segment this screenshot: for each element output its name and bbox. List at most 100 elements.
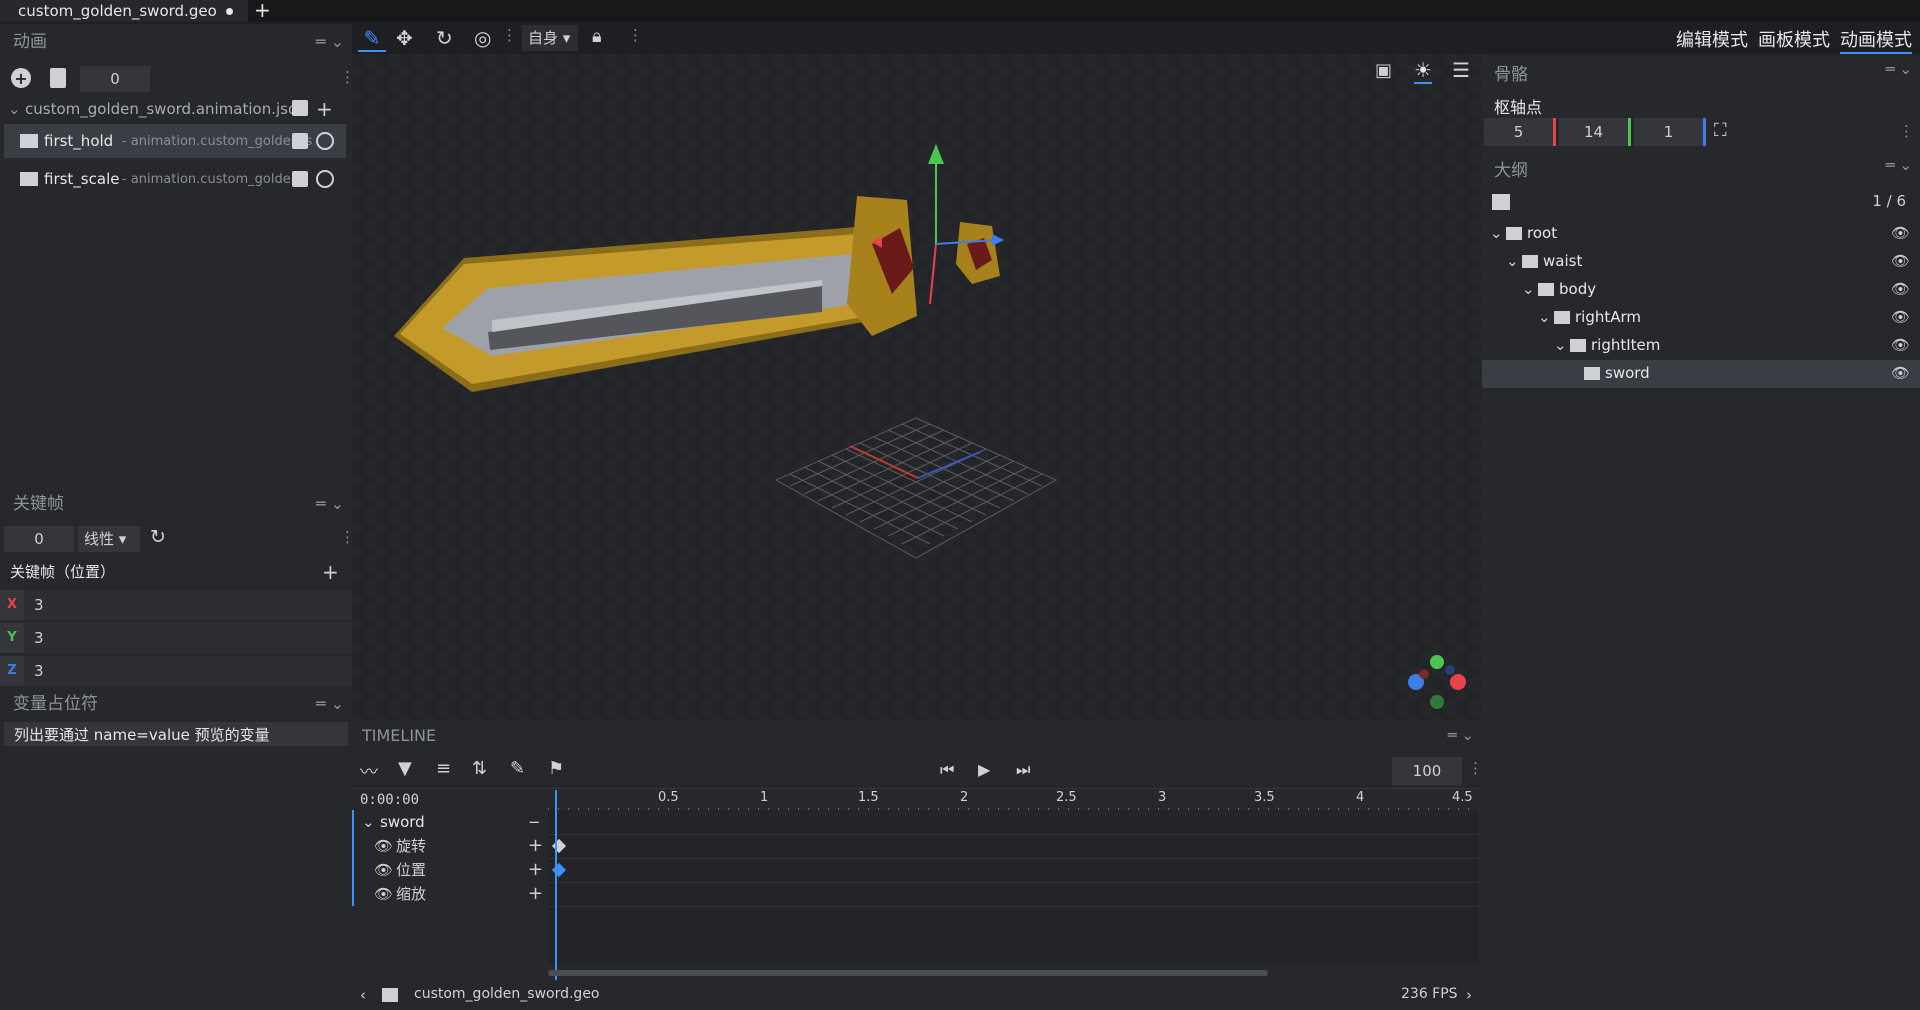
play-icon[interactable]: ▶ bbox=[978, 760, 990, 779]
timeline-ruler[interactable]: 0.5 1 1.5 2 2.5 3 3.5 4 4.5 bbox=[548, 788, 1478, 810]
load-file-icon[interactable] bbox=[50, 68, 66, 88]
collapse-icon[interactable]: − bbox=[528, 810, 541, 834]
animation-item-first-hold[interactable]: first_hold - animation.custom_golden_s bbox=[4, 124, 346, 158]
target-tool-icon[interactable]: ◎ bbox=[474, 26, 491, 50]
paint-mode-tab[interactable]: 画板模式 bbox=[1758, 26, 1830, 52]
playhead[interactable] bbox=[555, 790, 557, 992]
play-icon[interactable] bbox=[316, 132, 334, 150]
skip-end-icon[interactable]: ⏭ bbox=[1016, 760, 1030, 780]
more-icon[interactable]: ⋮ bbox=[1468, 759, 1483, 777]
eye-icon[interactable]: 👁︎ bbox=[1891, 280, 1910, 298]
add-animation-icon[interactable]: + bbox=[11, 68, 31, 88]
chevron-down-icon[interactable]: ⌄ bbox=[1506, 252, 1519, 270]
interpolation-select[interactable]: 线性 ▾ bbox=[78, 526, 140, 552]
animation-item-first-scale[interactable]: first_scale - animation.custom_golden_ bbox=[0, 162, 352, 196]
placeholder-textarea[interactable]: 列出要通过 name=value 预览的变量 bbox=[4, 722, 348, 746]
eye-icon[interactable]: 👁︎ bbox=[1891, 252, 1910, 270]
pivot-z-input[interactable]: 1 bbox=[1634, 118, 1706, 146]
chevron-down-icon[interactable]: ⌄ bbox=[1538, 308, 1551, 326]
outline-item-rightarm[interactable]: ⌄ rightArm 👁︎ bbox=[1482, 304, 1920, 332]
chevron-down-icon[interactable]: ⌄ bbox=[362, 810, 375, 834]
pivot-y-input[interactable]: 14 bbox=[1559, 118, 1631, 146]
menu-icon[interactable]: ☰ bbox=[1452, 58, 1470, 82]
add-keyframe-icon[interactable]: + bbox=[528, 882, 543, 906]
eye-icon[interactable]: 👁︎ bbox=[374, 858, 393, 882]
outline-item-waist[interactable]: ⌄ waist 👁︎ bbox=[1482, 248, 1920, 276]
sort-icon[interactable]: ⇅ bbox=[472, 758, 487, 779]
panel-menu-icon[interactable]: ═ ⌄ bbox=[1448, 726, 1474, 744]
channel-row-rotation[interactable]: 👁︎ 旋转 + bbox=[352, 834, 548, 858]
eye-icon[interactable]: 👁︎ bbox=[374, 834, 393, 858]
timeline-scrollbar[interactable] bbox=[548, 970, 1268, 976]
channel-row-scale[interactable]: 👁︎ 缩放 + bbox=[352, 882, 548, 906]
save-icon[interactable] bbox=[292, 100, 308, 116]
save-icon[interactable] bbox=[292, 171, 308, 187]
list-icon[interactable]: ≡ bbox=[436, 758, 451, 779]
eye-icon[interactable]: 👁︎ bbox=[374, 882, 393, 906]
keyframe-y-row[interactable]: Y 3 bbox=[0, 623, 352, 653]
flag-icon[interactable]: ⚑ bbox=[548, 758, 564, 779]
chevron-left-icon[interactable]: ‹ bbox=[360, 986, 366, 1004]
reset-icon[interactable]: ↻ bbox=[150, 526, 166, 548]
edit-mode-tab[interactable]: 编辑模式 bbox=[1676, 26, 1748, 52]
save-icon[interactable] bbox=[292, 133, 308, 149]
add-icon[interactable]: + bbox=[316, 96, 333, 122]
sword-model[interactable] bbox=[352, 54, 1482, 720]
circle-icon[interactable] bbox=[316, 170, 334, 188]
channel-row-position[interactable]: 👁︎ 位置 + bbox=[352, 858, 548, 882]
lock-icon[interactable]: 🔒︎ bbox=[592, 26, 602, 47]
skip-start-icon[interactable]: ⏮ bbox=[940, 760, 954, 780]
chevron-right-icon[interactable]: › bbox=[1466, 986, 1472, 1004]
x-value[interactable]: 3 bbox=[34, 596, 44, 614]
pencil-icon[interactable]: ✎ bbox=[510, 758, 525, 779]
chevron-down-icon[interactable]: ⌄ bbox=[1522, 280, 1535, 298]
keyframe-z-row[interactable]: Z 3 bbox=[0, 656, 352, 686]
eye-icon[interactable]: 👁︎ bbox=[1891, 364, 1910, 382]
frame-input[interactable]: 0 bbox=[80, 66, 150, 92]
z-value[interactable]: 3 bbox=[34, 662, 44, 680]
panel-menu-icon[interactable]: ═ ⌄ bbox=[316, 24, 344, 60]
outline-item-root[interactable]: ⌄ root 👁︎ bbox=[1482, 220, 1920, 248]
panel-menu-icon[interactable]: ═ ⌄ bbox=[1886, 60, 1912, 78]
add-keyframe-icon[interactable]: + bbox=[528, 834, 543, 858]
animation-file-row[interactable]: ⌄ custom_golden_sword.animation.json + bbox=[0, 96, 352, 122]
graph-icon[interactable]: 〰 bbox=[360, 758, 378, 784]
add-keyframe-icon[interactable]: + bbox=[528, 858, 543, 882]
outline-item-sword[interactable]: sword 👁︎ bbox=[1482, 360, 1920, 388]
add-icon[interactable]: + bbox=[322, 560, 339, 584]
chevron-down-icon[interactable]: ⌄ bbox=[1490, 224, 1503, 242]
keyframe-track-area[interactable] bbox=[548, 810, 1478, 964]
timeline-zoom-input[interactable]: 100 bbox=[1392, 757, 1462, 785]
pivot-tool-icon[interactable]: ✎ bbox=[358, 26, 386, 52]
eye-icon[interactable]: 👁︎ bbox=[1891, 224, 1910, 242]
chevron-down-icon[interactable]: ⌄ bbox=[1554, 336, 1567, 354]
panel-menu-icon[interactable]: ═ ⌄ bbox=[1886, 156, 1912, 174]
light-icon[interactable]: ☀ bbox=[1414, 58, 1432, 84]
animate-mode-tab[interactable]: 动画模式 bbox=[1840, 26, 1912, 54]
new-tab-button[interactable]: + bbox=[254, 0, 271, 22]
rotate-tool-icon[interactable]: ↻ bbox=[436, 26, 453, 50]
chevron-down-icon[interactable]: ⌄ bbox=[8, 96, 21, 122]
y-value[interactable]: 3 bbox=[34, 629, 44, 647]
placeholder-area[interactable] bbox=[0, 750, 352, 1010]
keyframe-time-input[interactable]: 0 bbox=[4, 526, 74, 552]
more-icon[interactable]: ⋮ bbox=[502, 26, 517, 44]
panel-menu-icon[interactable]: ═ ⌄ bbox=[316, 486, 344, 522]
filter-icon[interactable]: ▼ bbox=[398, 758, 412, 779]
move-tool-icon[interactable]: ✥ bbox=[396, 26, 413, 50]
orientation-gizmo-icon[interactable] bbox=[1402, 642, 1472, 712]
outline-item-body[interactable]: ⌄ body 👁︎ bbox=[1482, 276, 1920, 304]
more-icon[interactable]: ⋮ bbox=[1899, 122, 1914, 140]
timeline-bone-row[interactable]: ⌄ sword − bbox=[352, 810, 548, 834]
keyframe-x-row[interactable]: X 3 bbox=[0, 590, 352, 620]
focus-icon[interactable]: ⛶ bbox=[1714, 120, 1727, 141]
outline-item-rightitem[interactable]: ⌄ rightItem 👁︎ bbox=[1482, 332, 1920, 360]
more-icon[interactable]: ⋮ bbox=[628, 26, 643, 44]
file-tab[interactable]: custom_golden_sword.geo bbox=[0, 0, 248, 22]
panel-menu-icon[interactable]: ═ ⌄ bbox=[316, 686, 344, 722]
eye-icon[interactable]: 👁︎ bbox=[1891, 336, 1910, 354]
space-select[interactable]: 自身 ▾ bbox=[522, 25, 578, 51]
3d-viewport[interactable]: ▣ ☀ ☰ bbox=[352, 54, 1482, 720]
pivot-x-input[interactable]: 5 bbox=[1484, 118, 1556, 146]
image-icon[interactable]: ▣ bbox=[1375, 60, 1392, 81]
